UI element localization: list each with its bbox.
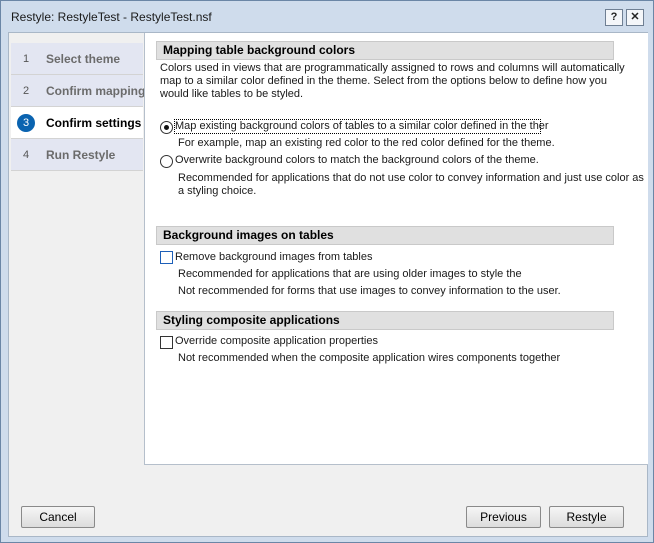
mapping-description-line: would like tables to be styled. [160, 88, 304, 100]
settings-panel: Mapping table background colors Colors u… [144, 33, 648, 465]
window-title: Restyle: RestyleTest - RestyleTest.nsf [11, 10, 212, 24]
bg-images-note-line: Not recommended for forms that use image… [178, 285, 561, 297]
step-number: 2 [22, 85, 30, 97]
step-label: Run Restyle [46, 148, 116, 162]
composite-section-header: Styling composite applications [156, 311, 614, 330]
previous-button[interactable]: Previous [466, 506, 541, 528]
restyle-dialog: Restyle: RestyleTest - RestyleTest.nsf ?… [0, 0, 654, 543]
dialog-body: 1 Select theme 2 Confirm mapping 3 Confi… [8, 32, 648, 537]
map-colors-radio[interactable] [160, 121, 173, 134]
bg-images-note-line: Recommended for applications that are us… [178, 268, 522, 280]
help-button[interactable]: ? [605, 9, 623, 26]
close-button[interactable]: ✕ [626, 9, 644, 26]
step-label: Confirm mapping [46, 84, 146, 98]
bg-images-section-header: Background images on tables [156, 226, 614, 245]
step-confirm-settings[interactable]: 3 Confirm settings [11, 107, 143, 139]
override-composite-label[interactable]: Override composite application propertie… [175, 335, 378, 348]
step-run-restyle[interactable]: 4 Run Restyle [11, 139, 143, 171]
map-colors-label[interactable]: Map existing background colors of tables… [175, 120, 549, 133]
remove-bg-images-checkbox[interactable] [160, 251, 173, 264]
restyle-button[interactable]: Restyle [549, 506, 624, 528]
override-composite-checkbox[interactable] [160, 336, 173, 349]
step-confirm-mapping[interactable]: 2 Confirm mapping [11, 75, 146, 107]
cancel-button[interactable]: Cancel [21, 506, 95, 528]
step-number: 4 [22, 149, 30, 161]
overwrite-colors-note-line: Recommended for applications that do not… [178, 172, 644, 184]
title-bar: Restyle: RestyleTest - RestyleTest.nsf ?… [1, 1, 653, 31]
mapping-section-header: Mapping table background colors [156, 41, 614, 60]
overwrite-colors-note-line: a styling choice. [178, 185, 257, 197]
map-colors-note: For example, map an existing red color t… [178, 137, 555, 149]
mapping-description-line: map to a similar color defined in the th… [160, 75, 607, 87]
overwrite-colors-label[interactable]: Overwrite background colors to match the… [175, 154, 539, 167]
step-select-theme[interactable]: 1 Select theme [11, 43, 143, 75]
overwrite-colors-radio[interactable] [160, 155, 173, 168]
wizard-steps: 1 Select theme 2 Confirm mapping 3 Confi… [11, 43, 146, 171]
step-label: Select theme [46, 52, 121, 66]
composite-note: Not recommended when the composite appli… [178, 352, 561, 364]
step-number: 1 [22, 53, 30, 65]
step-label: Confirm settings [46, 116, 142, 130]
mapping-description-line: Colors used in views that are programmat… [160, 62, 625, 74]
step-number: 3 [17, 114, 35, 132]
remove-bg-images-label[interactable]: Remove background images from tables [175, 251, 372, 264]
